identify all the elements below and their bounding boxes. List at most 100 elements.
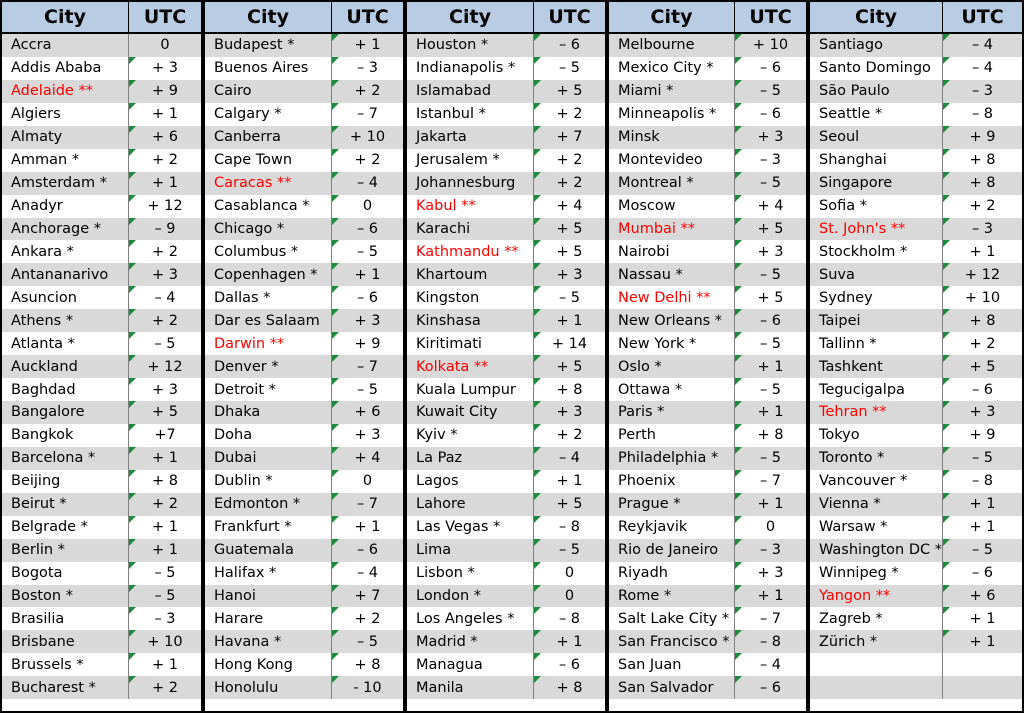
cell-city[interactable]: Tashkent (810, 355, 943, 379)
cell-utc-offset[interactable]: – 5 (735, 79, 806, 103)
table-row[interactable]: Kiritimati + 14 (407, 332, 605, 356)
table-row[interactable]: Tokyo + 9 (810, 423, 1022, 447)
cell-city[interactable]: Halifax * (205, 561, 332, 585)
cell-city[interactable]: Singapore (810, 171, 943, 195)
column-header-city[interactable]: City (407, 2, 534, 32)
table-row[interactable]: Cape Town + 2 (205, 148, 403, 172)
table-row[interactable]: Cairo + 2 (205, 79, 403, 103)
table-row[interactable]: Nairobi + 3 (609, 240, 806, 264)
table-row[interactable]: Belgrade * + 1 (2, 515, 201, 539)
cell-utc-offset[interactable]: – 5 (735, 171, 806, 195)
cell-utc-offset[interactable]: – 5 (129, 584, 201, 608)
table-row[interactable]: Canberra + 10 (205, 125, 403, 149)
table-row[interactable]: Brisbane + 10 (2, 630, 201, 654)
table-row[interactable]: Zagreb * + 1 (810, 607, 1022, 631)
cell-utc-offset[interactable]: + 1 (129, 102, 201, 126)
table-row[interactable]: Jerusalem * + 2 (407, 148, 605, 172)
cell-city[interactable]: Dubai (205, 446, 332, 470)
cell-utc-offset[interactable]: – 3 (735, 148, 806, 172)
cell-utc-offset[interactable]: + 2 (129, 309, 201, 333)
cell-city[interactable]: Asuncion (2, 286, 129, 310)
cell-city[interactable]: Montevideo (609, 148, 735, 172)
cell-city[interactable]: Lima (407, 538, 534, 562)
cell-city[interactable]: Accra (2, 34, 129, 57)
cell-utc-offset[interactable]: + 2 (129, 676, 201, 700)
table-row[interactable]: Adelaide ** + 9 (2, 79, 201, 103)
cell-utc-offset[interactable]: + 8 (534, 378, 605, 401)
cell-utc-offset[interactable]: + 4 (735, 194, 806, 218)
cell-utc-offset[interactable]: + 9 (943, 125, 1022, 149)
cell-city[interactable]: Algiers (2, 102, 129, 126)
cell-city[interactable]: Seoul (810, 125, 943, 149)
cell-city[interactable]: Kinshasa (407, 309, 534, 333)
table-row[interactable]: Madrid * + 1 (407, 630, 605, 654)
table-row[interactable]: Honolulu - 10 (205, 676, 403, 700)
table-row[interactable]: Johannesburg + 2 (407, 171, 605, 195)
cell-utc-offset[interactable]: + 7 (332, 584, 403, 608)
table-row[interactable]: Lisbon * 0 (407, 561, 605, 585)
cell-city[interactable]: Cairo (205, 79, 332, 103)
table-row[interactable]: Athens * + 2 (2, 309, 201, 333)
cell-utc-offset[interactable]: + 2 (129, 148, 201, 172)
cell-utc-offset[interactable]: – 8 (534, 515, 605, 539)
table-row[interactable]: Kathmandu ** + 5 (407, 240, 605, 264)
cell-city[interactable]: Nairobi (609, 240, 735, 264)
cell-city[interactable]: Minneapolis * (609, 102, 735, 126)
cell-utc-offset[interactable]: + 9 (332, 332, 403, 356)
cell-city[interactable]: Copenhagen * (205, 263, 332, 287)
cell-city[interactable]: Ankara * (2, 240, 129, 264)
cell-utc-offset[interactable]: - 10 (332, 676, 403, 700)
cell-utc-offset[interactable]: + 6 (129, 125, 201, 149)
cell-utc-offset[interactable]: + 1 (735, 401, 806, 424)
table-row[interactable]: Lahore + 5 (407, 492, 605, 516)
cell-city[interactable]: Columbus * (205, 240, 332, 264)
table-row[interactable]: Lagos + 1 (407, 469, 605, 493)
table-row[interactable]: Seattle * – 8 (810, 102, 1022, 126)
cell-city[interactable]: Buenos Aires (205, 56, 332, 80)
cell-utc-offset[interactable]: – 5 (534, 286, 605, 310)
table-row[interactable]: Paris * + 1 (609, 401, 806, 424)
table-row[interactable]: Houston * – 6 (407, 34, 605, 57)
table-row[interactable]: Montevideo – 3 (609, 148, 806, 172)
cell-city[interactable]: Edmonton * (205, 492, 332, 516)
cell-utc-offset[interactable]: + 2 (534, 171, 605, 195)
table-row[interactable]: Minsk + 3 (609, 125, 806, 149)
cell-utc-offset[interactable]: – 5 (534, 56, 605, 80)
cell-utc-offset[interactable]: + 5 (129, 401, 201, 424)
cell-utc-offset[interactable]: – 6 (534, 653, 605, 677)
table-row[interactable]: Los Angeles * – 8 (407, 607, 605, 631)
cell-city[interactable]: Mexico City * (609, 56, 735, 80)
cell-utc-offset[interactable] (943, 676, 1022, 700)
cell-city[interactable]: Guatemala (205, 538, 332, 562)
cell-utc-offset[interactable]: – 3 (129, 607, 201, 631)
cell-utc-offset[interactable]: + 10 (332, 125, 403, 149)
cell-utc-offset[interactable]: + 12 (129, 355, 201, 379)
cell-utc-offset[interactable]: – 4 (943, 34, 1022, 57)
cell-utc-offset[interactable]: – 5 (332, 630, 403, 654)
table-row[interactable]: Taipei + 8 (810, 309, 1022, 333)
cell-utc-offset[interactable]: – 5 (735, 332, 806, 356)
table-row[interactable]: Sofia * + 2 (810, 194, 1022, 218)
cell-utc-offset[interactable]: + 1 (943, 240, 1022, 264)
cell-utc-offset[interactable]: + 1 (735, 492, 806, 516)
table-row[interactable]: Winnipeg * – 6 (810, 561, 1022, 585)
table-row[interactable]: Kinshasa + 1 (407, 309, 605, 333)
cell-utc-offset[interactable]: – 5 (129, 332, 201, 356)
cell-utc-offset[interactable]: – 3 (735, 538, 806, 562)
cell-city[interactable]: Melbourne (609, 34, 735, 57)
cell-utc-offset[interactable]: – 5 (534, 538, 605, 562)
table-row[interactable]: Jakarta + 7 (407, 125, 605, 149)
cell-city[interactable]: Kuwait City (407, 401, 534, 424)
cell-city[interactable]: Boston * (2, 584, 129, 608)
cell-city[interactable]: Philadelphia * (609, 446, 735, 470)
table-row[interactable]: Detroit * – 5 (205, 378, 403, 401)
cell-city[interactable]: Kingston (407, 286, 534, 310)
cell-utc-offset[interactable]: 0 (735, 515, 806, 539)
cell-utc-offset[interactable]: + 14 (534, 332, 605, 356)
table-row[interactable]: Edmonton * – 7 (205, 492, 403, 516)
cell-city[interactable]: La Paz (407, 446, 534, 470)
cell-utc-offset[interactable]: + 5 (534, 492, 605, 516)
table-row[interactable]: Algiers + 1 (2, 102, 201, 126)
table-row[interactable]: Lima – 5 (407, 538, 605, 562)
table-row[interactable]: Warsaw * + 1 (810, 515, 1022, 539)
